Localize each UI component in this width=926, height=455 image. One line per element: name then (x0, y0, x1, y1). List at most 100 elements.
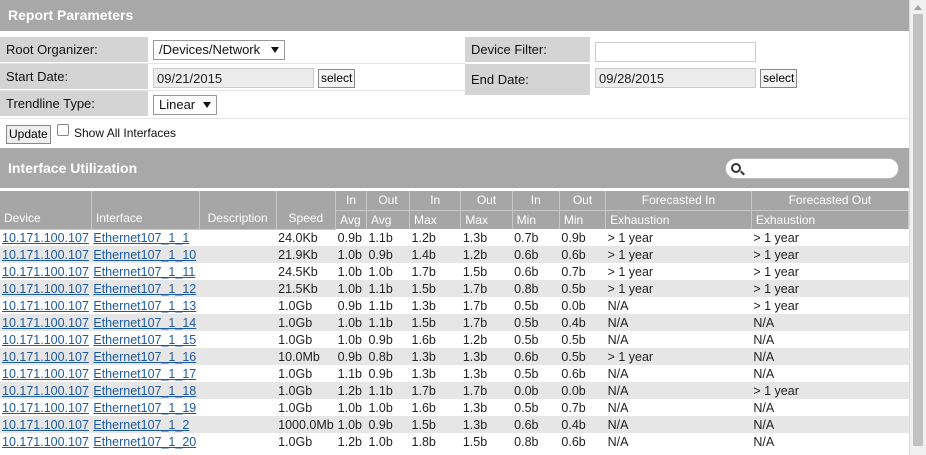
interface-link[interactable]: Ethernet107_1_16 (93, 350, 196, 364)
column-header[interactable]: Interface (91, 191, 200, 230)
column-subheader: Avg (366, 210, 411, 229)
device-link[interactable]: 10.171.100.107 (2, 435, 89, 449)
column-header[interactable]: Speed (276, 191, 337, 230)
update-button[interactable]: Update (6, 125, 51, 144)
table-cell: 0.7b (561, 264, 586, 279)
column-header[interactable]: Forecasted In (605, 191, 752, 211)
interface-link[interactable]: Ethernet107_1_2 (93, 418, 189, 432)
table-cell: N/A (605, 416, 752, 433)
vertical-scrollbar[interactable] (909, 0, 926, 455)
table-cell: 1.0Gb (278, 366, 313, 381)
device-link[interactable]: 10.171.100.107 (2, 265, 89, 279)
interface-link[interactable]: Ethernet107_1_1 (93, 231, 189, 245)
table-cell: 0.5b (559, 348, 606, 365)
interface-link[interactable]: Ethernet107_1_18 (93, 384, 196, 398)
table-cell (199, 433, 276, 450)
row-divider (0, 118, 909, 119)
table-cell (199, 246, 277, 263)
table-cell: 0.0b (561, 298, 586, 313)
device-cell: 10.171.100.107 (0, 399, 91, 416)
column-header[interactable]: Out (559, 191, 607, 211)
interface-cell: Ethernet107_1_19 (91, 399, 199, 416)
chevron-down-icon (271, 47, 279, 53)
column-header[interactable]: In (335, 191, 367, 211)
column-header[interactable]: In (409, 191, 462, 211)
table-cell: 1.0b (337, 332, 362, 347)
table-cell: 1.0b (337, 400, 362, 415)
column-header[interactable]: Description (199, 191, 277, 230)
device-cell: 10.171.100.107 (0, 229, 91, 246)
column-header[interactable]: Forecasted Out (751, 191, 909, 211)
table-cell: 1.0Gb (276, 314, 336, 331)
column-subheader: Min (559, 210, 607, 229)
interface-link[interactable]: Ethernet107_1_10 (93, 248, 196, 262)
device-link[interactable]: 10.171.100.107 (2, 401, 89, 415)
device-link[interactable]: 10.171.100.107 (2, 316, 89, 330)
end-date-input[interactable] (595, 68, 756, 88)
table-cell: 0.5b (514, 332, 539, 347)
end-date-label: End Date: (465, 64, 590, 96)
interface-utilization-table: Device Interface Description Speed In Ou… (0, 191, 909, 450)
device-link[interactable]: 10.171.100.107 (2, 333, 89, 347)
root-organizer-select[interactable]: /Devices/Network (153, 40, 285, 60)
trendline-type-select[interactable]: Linear (153, 95, 217, 115)
table-cell (199, 382, 277, 399)
table-cell: N/A (753, 434, 775, 449)
device-filter-input[interactable] (595, 42, 756, 62)
table-body: 10.171.100.107 Ethernet107_1_1 24.0Kb 0.9b 1… (0, 229, 909, 450)
table-row: 10.171.100.107 Ethernet107_1_19 1.0Gb 1.0b 1… (0, 399, 909, 416)
interface-link[interactable]: Ethernet107_1_14 (93, 316, 196, 330)
column-header[interactable]: In (512, 191, 560, 211)
device-link[interactable]: 10.171.100.107 (2, 282, 89, 296)
table-cell: 1.5b (409, 280, 461, 297)
device-link[interactable]: 10.171.100.107 (2, 231, 89, 245)
device-link[interactable]: 10.171.100.107 (2, 248, 89, 262)
table-cell: 1.3b (411, 298, 436, 313)
table-cell: 0.6b (561, 366, 586, 381)
device-link[interactable]: 10.171.100.107 (2, 418, 89, 432)
table-cell: 0.9b (366, 246, 410, 263)
table-cell: 1.0Gb (278, 298, 313, 313)
scrollbar-thumb[interactable] (913, 14, 923, 446)
table-row: 10.171.100.107 Ethernet107_1_2 1000.0Mb 1.0… (0, 416, 909, 433)
interface-link[interactable]: Ethernet107_1_17 (93, 367, 196, 381)
interface-cell: Ethernet107_1_17 (91, 365, 199, 382)
table-cell (199, 365, 276, 382)
table-cell: 1.7b (460, 382, 513, 399)
interface-link[interactable]: Ethernet107_1_12 (93, 282, 196, 296)
interface-link[interactable]: Ethernet107_1_19 (93, 401, 196, 415)
table-cell: > 1 year (607, 230, 654, 245)
device-cell: 10.171.100.107 (0, 348, 92, 365)
interface-cell: Ethernet107_1_20 (91, 433, 199, 450)
interface-link[interactable]: Ethernet107_1_15 (93, 333, 196, 347)
show-all-interfaces-checkbox[interactable] (57, 124, 69, 136)
table-cell: > 1 year (751, 280, 909, 297)
report-parameters-form: Root Organizer: /Devices/Network Device … (0, 33, 909, 147)
table-cell: > 1 year (753, 264, 799, 279)
device-link[interactable]: 10.171.100.107 (2, 299, 89, 313)
device-cell: 10.171.100.107 (0, 263, 91, 280)
table-cell: 1.4b (409, 246, 461, 263)
column-header[interactable]: Out (460, 191, 513, 211)
column-header[interactable]: Device (0, 191, 92, 230)
column-subheader: Min (512, 210, 560, 229)
table-cell: 0.8b (514, 434, 539, 449)
report-parameters-title: Report Parameters (8, 7, 134, 23)
start-date-select-button[interactable]: select (318, 69, 356, 88)
table-search-input[interactable] (725, 158, 899, 179)
table-cell (199, 348, 277, 365)
device-link[interactable]: 10.171.100.107 (2, 367, 89, 381)
table-cell: 1000.0Mb (276, 416, 336, 433)
interface-link[interactable]: Ethernet107_1_13 (93, 299, 196, 313)
interface-link[interactable]: Ethernet107_1_11 (93, 265, 195, 279)
device-link[interactable]: 10.171.100.107 (2, 350, 89, 364)
start-date-input[interactable] (153, 68, 314, 88)
table-cell: N/A (607, 434, 629, 449)
column-header[interactable]: Out (366, 191, 411, 211)
device-link[interactable]: 10.171.100.107 (2, 384, 89, 398)
interface-link[interactable]: Ethernet107_1_20 (93, 435, 196, 449)
table-cell: 0.9b (368, 332, 393, 347)
device-cell: 10.171.100.107 (0, 433, 91, 450)
end-date-select-button[interactable]: select (760, 69, 798, 88)
scroll-up-icon[interactable] (914, 5, 922, 10)
